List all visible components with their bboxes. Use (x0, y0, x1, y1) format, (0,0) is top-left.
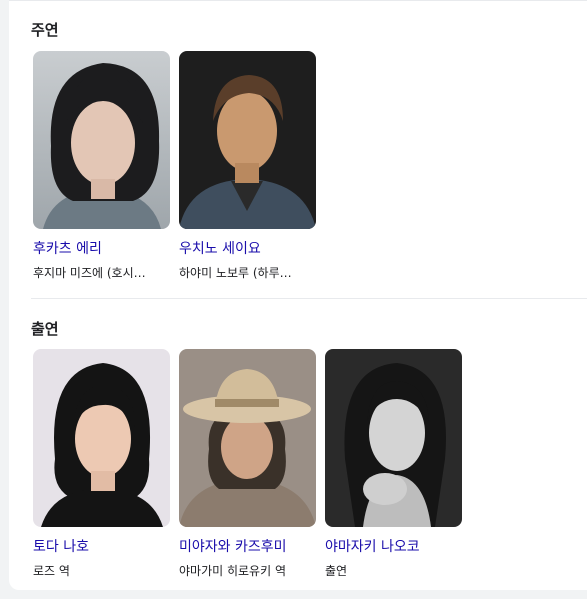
person-photo[interactable] (179, 349, 316, 527)
person-name[interactable]: 후카츠 에리 (33, 238, 170, 258)
person-name[interactable]: 야마자키 나오코 (325, 536, 462, 556)
person-photo[interactable] (33, 349, 170, 527)
person-role: 야마가미 히로유키 역 (179, 564, 286, 578)
person-role: 후지마 미즈에 (호시… (33, 266, 146, 280)
person-role: 하야미 노보루 (하루… (179, 266, 292, 280)
person-name[interactable]: 미야자와 카즈후미 (179, 536, 316, 556)
section-title-lead: 주연 (31, 21, 59, 39)
cast-card-1[interactable]: 후카츠 에리 후지마 미즈에 (호시… (33, 51, 170, 281)
section-title-cast: 출연 (31, 320, 59, 338)
person-name[interactable]: 우치노 세이요 (179, 238, 316, 258)
person-role: 로즈 역 (33, 564, 70, 578)
cast-card-2[interactable]: 우치노 세이요 하야미 노보루 (하루… (179, 51, 316, 281)
person-photo[interactable] (33, 51, 170, 229)
section-divider (31, 298, 587, 299)
cast-card-5[interactable]: 야마자키 나오코 출연 (325, 349, 462, 579)
person-name[interactable]: 토다 나호 (33, 536, 170, 556)
person-role: 출연 (325, 564, 348, 578)
cast-card-3[interactable]: 토다 나호 로즈 역 (33, 349, 170, 579)
cast-card-4[interactable]: 미야자와 카즈후미 야마가미 히로유키 역 (179, 349, 316, 579)
person-photo[interactable] (179, 51, 316, 229)
person-photo[interactable] (325, 349, 462, 527)
cast-panel: 주연 후카츠 에리 후지마 미즈에 (호시… 우치노 세이요 하야미 노보루 (… (9, 0, 587, 590)
